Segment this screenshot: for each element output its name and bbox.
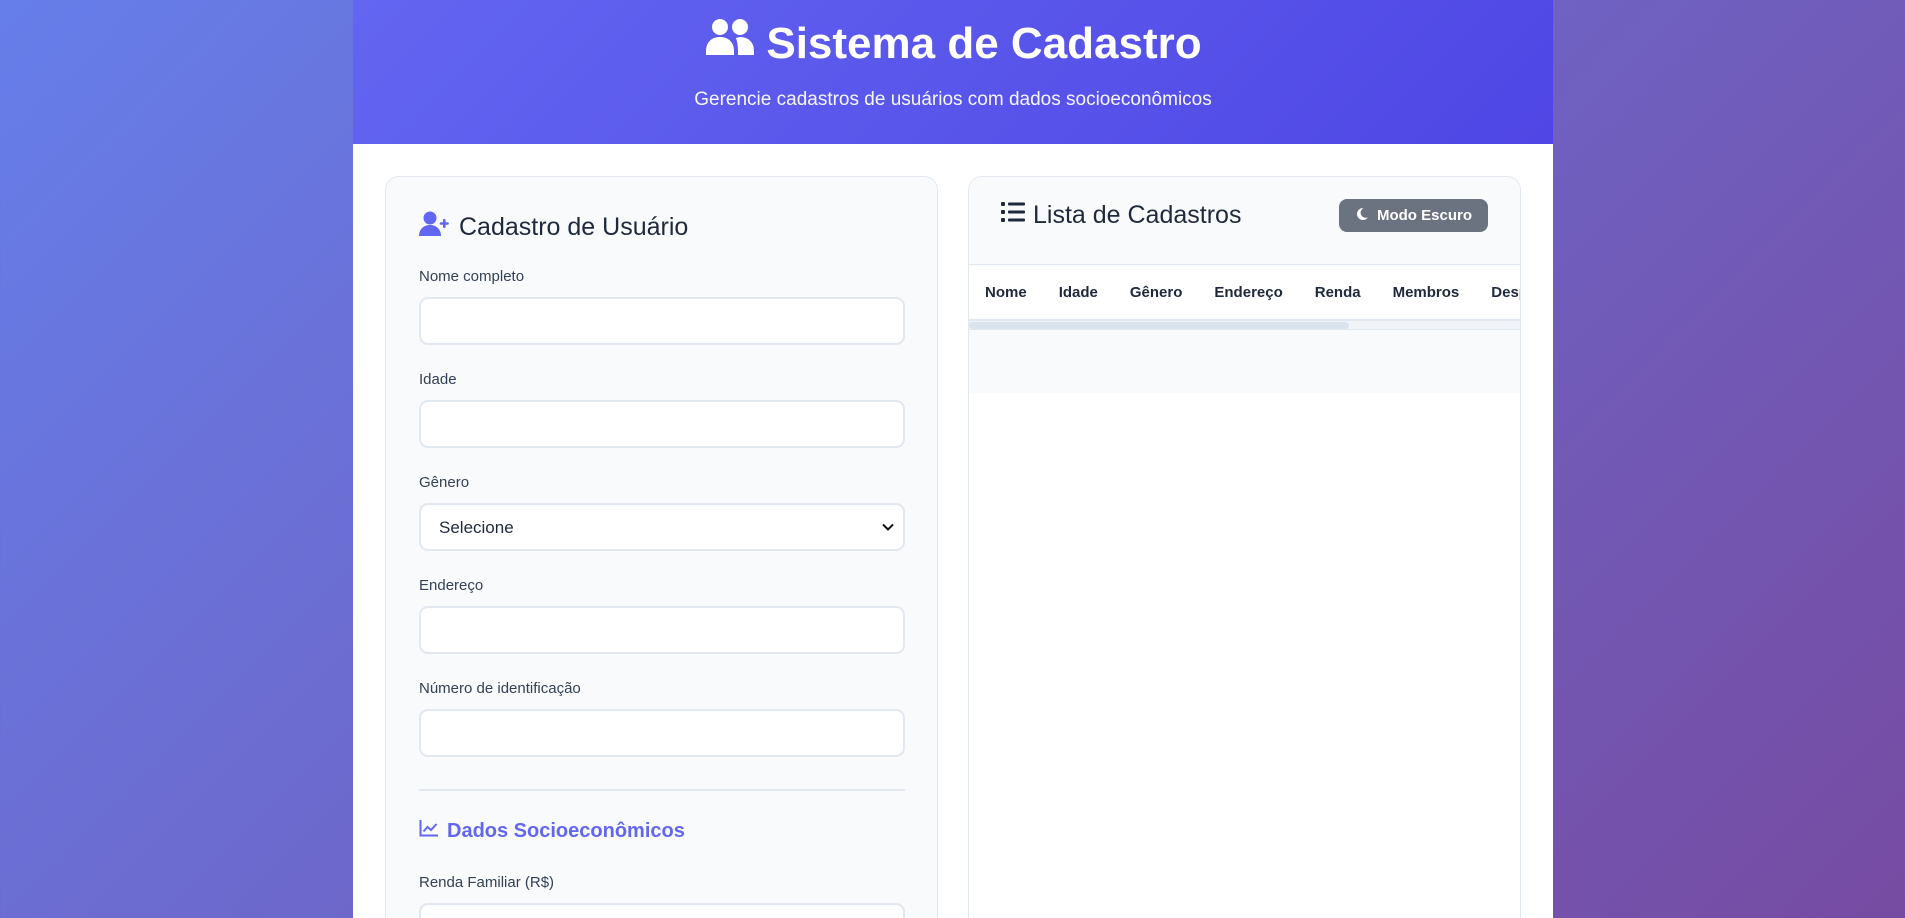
user-plus-icon [419, 211, 451, 244]
page-title-row: Sistema de Cadastro [353, 18, 1553, 70]
users-icon [704, 17, 756, 72]
socio-section-title-row: Dados Socioeconômicos [419, 819, 904, 843]
address-input[interactable] [419, 606, 905, 654]
table-header-row: Nome Idade Gênero Endereço Renda Membros… [969, 265, 1520, 321]
app-container: Sistema de Cadastro Gerencie cadastros d… [353, 0, 1553, 918]
age-label: Idade [419, 371, 457, 388]
id-number-label: Número de identificação [419, 680, 581, 697]
age-field: Idade [419, 371, 905, 448]
column-header-membros[interactable]: Membros [1377, 284, 1476, 301]
column-header-genero[interactable]: Gênero [1114, 284, 1199, 301]
column-header-despesas[interactable]: Desp [1475, 284, 1520, 301]
dark-mode-label: Modo Escuro [1376, 207, 1472, 224]
address-label: Endereço [419, 577, 484, 594]
page-header: Sistema de Cadastro Gerencie cadastros d… [353, 0, 1553, 144]
list-header: Lista de Cadastros Modo Escuro [969, 177, 1520, 265]
income-field: Renda Familiar (R$) [419, 874, 905, 918]
gender-select[interactable]: Selecione [419, 503, 905, 551]
gender-select-wrap: Selecione [419, 503, 905, 551]
income-input[interactable] [419, 903, 905, 918]
name-input[interactable] [419, 297, 905, 345]
list-title: Lista de Cadastros [1033, 201, 1242, 229]
page-subtitle: Gerencie cadastros de usuários com dados… [694, 89, 1212, 110]
dark-mode-button[interactable]: Modo Escuro [1338, 199, 1488, 232]
address-field: Endereço [419, 577, 905, 654]
chevron-down-icon [881, 520, 895, 534]
scrollbar-thumb[interactable] [969, 322, 1349, 329]
column-header-idade[interactable]: Idade [1043, 284, 1114, 301]
socio-section-title: Dados Socioeconômicos [447, 819, 685, 842]
gender-field: Gênero Selecione [419, 474, 905, 551]
moon-icon [1355, 207, 1369, 225]
list-icon [1001, 201, 1025, 230]
registration-form-card: Cadastro de Usuário Nome completo Idade … [385, 176, 938, 918]
chart-line-icon [419, 819, 439, 843]
age-input[interactable] [419, 400, 905, 448]
horizontal-scrollbar[interactable] [969, 321, 1520, 329]
id-number-field: Número de identificação [419, 680, 905, 757]
column-header-endereco[interactable]: Endereço [1198, 284, 1298, 301]
income-label: Renda Familiar (R$) [419, 874, 555, 891]
section-divider [419, 789, 905, 791]
form-title: Cadastro de Usuário [459, 212, 689, 241]
name-label: Nome completo [419, 268, 525, 285]
registrations-list-card: Lista de Cadastros Modo Escuro Nome Idad… [968, 176, 1521, 918]
list-title-row: Lista de Cadastros [1001, 201, 1241, 230]
name-field: Nome completo [419, 268, 905, 345]
form-title-row: Cadastro de Usuário [419, 211, 904, 243]
column-header-renda[interactable]: Renda [1299, 284, 1377, 301]
form-fields: Nome completo Idade Gênero Selecione End… [419, 268, 905, 757]
page-title: Sistema de Cadastro [766, 19, 1202, 68]
column-header-nome[interactable]: Nome [969, 284, 1043, 301]
gender-label: Gênero [419, 474, 470, 491]
id-number-input[interactable] [419, 709, 905, 757]
table-empty-row [969, 329, 1520, 393]
